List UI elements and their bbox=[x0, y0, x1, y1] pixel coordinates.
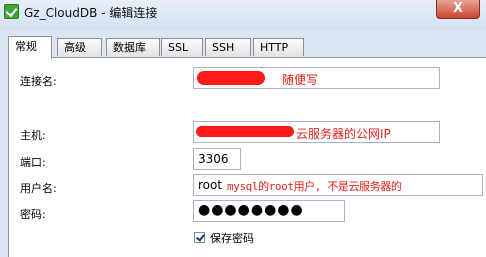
password-field[interactable]: ●●●●●●●● bbox=[193, 200, 345, 222]
redaction-mark bbox=[196, 126, 294, 137]
connection-name-field[interactable]: 随便写 bbox=[193, 67, 440, 89]
save-password-label[interactable]: 保存密码 bbox=[210, 230, 254, 246]
port-value: 3306 bbox=[198, 152, 229, 166]
tab-http[interactable]: HTTP bbox=[253, 38, 304, 56]
tab-ssl[interactable]: SSL bbox=[161, 38, 203, 56]
username-value: root bbox=[198, 178, 223, 192]
redaction-mark bbox=[197, 71, 265, 85]
username-label: 用户名: bbox=[20, 182, 57, 195]
connection-name-annotation: 随便写 bbox=[282, 73, 319, 87]
connection-name-label: 连接名: bbox=[20, 75, 57, 88]
host-label: 主机: bbox=[20, 129, 46, 142]
host-field[interactable]: 云服务器的公网IP bbox=[193, 121, 440, 143]
host-annotation: 云服务器的公网IP bbox=[296, 127, 391, 141]
tab-ssh[interactable]: SSH bbox=[205, 38, 251, 56]
tab-database[interactable]: 数据库 bbox=[106, 38, 160, 56]
password-value: ●●●●●●●● bbox=[198, 202, 304, 218]
username-field[interactable]: root mysql的root用户, 不是云服务器的 bbox=[193, 174, 483, 196]
username-annotation: mysql的root用户, 不是云服务器的 bbox=[227, 180, 402, 193]
app-icon bbox=[4, 4, 19, 19]
tab-general[interactable]: 常规 bbox=[8, 36, 52, 59]
close-button[interactable]: X bbox=[436, 0, 480, 19]
port-label: 端口: bbox=[20, 156, 46, 169]
password-label: 密码: bbox=[20, 208, 46, 221]
save-password-checkbox[interactable] bbox=[194, 232, 205, 243]
port-field[interactable]: 3306 bbox=[193, 148, 241, 170]
title-bar: Gz_CloudDB - 编辑连接 X bbox=[0, 0, 486, 30]
window-title: Gz_CloudDB - 编辑连接 bbox=[24, 6, 158, 20]
tab-advanced[interactable]: 高级 bbox=[57, 38, 102, 56]
